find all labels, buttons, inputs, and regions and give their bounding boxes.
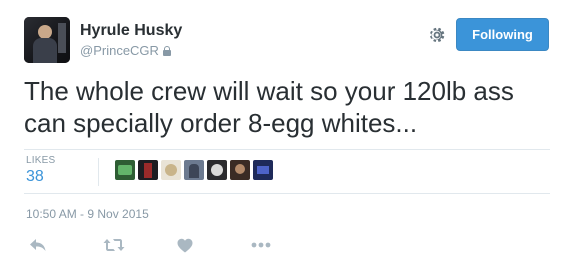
stats-divider-bottom <box>24 193 550 194</box>
like-icon <box>177 238 193 252</box>
stats-divider-top <box>24 149 550 150</box>
stats-separator <box>98 158 99 186</box>
like-button[interactable] <box>176 236 194 254</box>
user-handle-row[interactable]: @PrinceCGR <box>80 43 171 58</box>
reply-button[interactable] <box>28 236 48 254</box>
avatar-face <box>38 25 52 39</box>
liker-avatar[interactable] <box>230 160 250 180</box>
liker-avatar[interactable] <box>138 160 158 180</box>
following-button[interactable]: Following <box>456 18 549 51</box>
liker-avatar[interactable] <box>161 160 181 180</box>
likes-label[interactable]: LIKES <box>26 155 55 166</box>
retweet-button[interactable] <box>102 236 126 254</box>
tweet-text: The whole crew will wait so your 120lb a… <box>24 76 514 138</box>
avatar-detail <box>58 23 66 53</box>
lock-icon <box>162 45 171 56</box>
reply-icon <box>30 239 46 251</box>
user-handle[interactable]: @PrinceCGR <box>80 43 159 58</box>
gear-icon[interactable] <box>427 25 447 45</box>
liker-avatar[interactable] <box>184 160 204 180</box>
liker-avatar[interactable] <box>115 160 135 180</box>
more-icon <box>251 242 271 248</box>
more-button[interactable] <box>250 236 272 254</box>
retweet-icon <box>103 239 125 251</box>
tweet-timestamp[interactable]: 10:50 AM - 9 Nov 2015 <box>26 207 149 221</box>
profile-avatar[interactable] <box>24 17 70 63</box>
liker-avatar[interactable] <box>253 160 273 180</box>
avatar-body <box>33 38 57 63</box>
liker-avatar[interactable] <box>207 160 227 180</box>
likers-avatars <box>115 160 273 180</box>
user-display-name[interactable]: Hyrule Husky <box>80 22 182 40</box>
likes-count[interactable]: 38 <box>26 168 44 186</box>
